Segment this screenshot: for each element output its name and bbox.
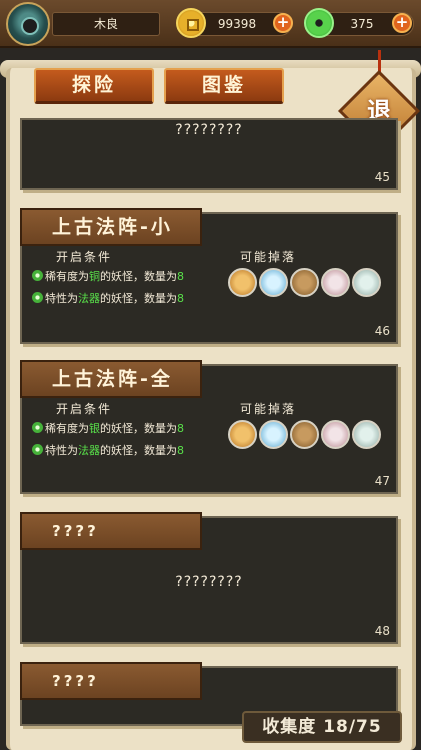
collection-label: 收集度 xyxy=(262,717,317,737)
conditions-label: 开启条件 xyxy=(56,250,113,264)
pouch-item-icon[interactable] xyxy=(290,268,319,297)
scroll-item-icon[interactable] xyxy=(321,268,350,297)
condition-row: 稀有度为银的妖怪，数量为8 xyxy=(32,420,184,436)
check-icon xyxy=(32,444,43,455)
atlas-card[interactable]: ???????? 45 xyxy=(20,118,398,190)
condition-row: 特性为法器的妖怪，数量为8 xyxy=(32,290,184,306)
mirror-item-icon[interactable] xyxy=(352,420,381,449)
pouch-item-icon[interactable] xyxy=(290,420,319,449)
conditions-label: 开启条件 xyxy=(56,402,113,416)
gold-coin-icon xyxy=(176,8,206,38)
drops-label: 可能掉落 xyxy=(240,250,297,264)
card-number: 47 xyxy=(374,474,390,488)
player-name: 木良 xyxy=(52,12,160,36)
collection-value: 18/75 xyxy=(323,717,382,737)
collection-counter: 收集度 18/75 xyxy=(242,711,402,743)
card-title: 上古法阵-小 xyxy=(20,208,202,246)
add-jade-button[interactable]: + xyxy=(392,13,412,33)
unknown-text: ???????? xyxy=(175,574,243,590)
tab-explore[interactable]: 探险 xyxy=(34,68,154,104)
card-number: 46 xyxy=(374,324,390,338)
crystal-item-icon[interactable] xyxy=(259,420,288,449)
condition-row: 稀有度为铜的妖怪，数量为8 xyxy=(32,268,184,284)
player-avatar[interactable] xyxy=(6,2,50,46)
mirror-item-icon[interactable] xyxy=(352,268,381,297)
card-title: ???? xyxy=(20,512,202,550)
atlas-card[interactable]: 上古法阵-小 开启条件 可能掉落 稀有度为铜的妖怪，数量为8 特性为法器的妖怪，… xyxy=(20,208,398,344)
coin-item-icon[interactable] xyxy=(228,268,257,297)
atlas-card[interactable]: 上古法阵-全 开启条件 可能掉落 稀有度为银的妖怪，数量为8 特性为法器的妖怪，… xyxy=(20,360,398,494)
jade-coin-icon xyxy=(304,8,334,38)
card-number: 48 xyxy=(374,624,390,638)
check-icon xyxy=(32,270,43,281)
condition-row: 特性为法器的妖怪，数量为8 xyxy=(32,442,184,458)
tab-guide[interactable]: 图鉴 xyxy=(164,68,284,104)
coin-item-icon[interactable] xyxy=(228,420,257,449)
drops-label: 可能掉落 xyxy=(240,402,297,416)
card-number: 45 xyxy=(374,170,390,184)
card-title: ???? xyxy=(20,662,202,700)
scroll-item-icon[interactable] xyxy=(321,420,350,449)
unknown-text: ???????? xyxy=(175,122,243,138)
check-icon xyxy=(32,292,43,303)
check-icon xyxy=(32,422,43,433)
atlas-card[interactable]: ???? ???????? 48 xyxy=(20,512,398,644)
card-title: 上古法阵-全 xyxy=(20,360,202,398)
add-gold-button[interactable]: + xyxy=(273,13,293,33)
crystal-item-icon[interactable] xyxy=(259,268,288,297)
